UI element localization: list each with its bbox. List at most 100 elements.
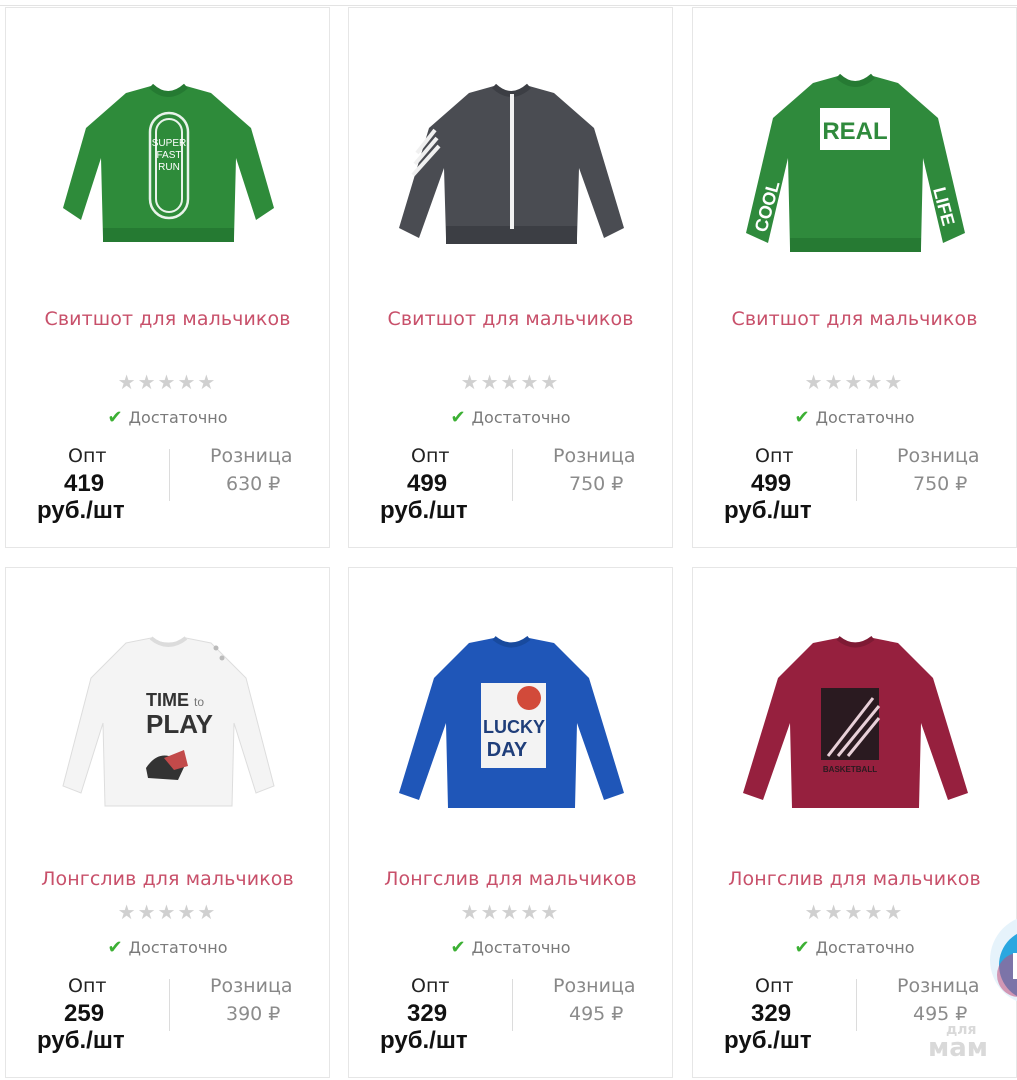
stock-status: ✔ Достаточно [6,407,329,428]
wholesale-label: Опт [68,975,107,997]
price-divider [856,979,857,1031]
product-title-link[interactable]: Свитшот для мальчиков [693,308,1016,330]
wholesale-price: 499 [751,470,792,497]
price-divider [169,449,170,501]
stock-status: ✔ Достаточно [693,407,1016,428]
rating-stars[interactable]: ★★★★★ [693,900,1016,925]
wholesale-unit: руб./шт [380,1027,468,1054]
product-card[interactable]: SUPER FAST RUN Свитшот для мальчиков ★★★… [5,7,330,548]
svg-text:to: to [194,695,204,709]
retail-label: Розница [553,445,636,467]
stock-label: Достаточно [471,938,571,957]
retail-price: 630 ₽ [226,473,281,495]
rating-stars[interactable]: ★★★★★ [693,370,1016,395]
wholesale-price: 259 [64,1000,105,1027]
wholesale-unit: руб./шт [380,497,468,524]
svg-text:DAY: DAY [487,739,528,761]
price-block: Опт 419 руб./шт Розница 630 ₽ [6,445,329,535]
stock-label: Достаточно [815,408,915,427]
retail-price: 495 ₽ [569,1003,624,1025]
sweatshirt-image [399,83,624,244]
price-block: Опт 259 руб./шт Розница 390 ₽ [6,975,329,1065]
wholesale-price: 329 [407,1000,448,1027]
price-divider [512,979,513,1031]
product-grid: SUPER FAST RUN Свитшот для мальчиков ★★★… [0,0,1017,1080]
svg-text:PLAY: PLAY [146,709,213,739]
product-title-link[interactable]: Свитшот для мальчиков [6,308,329,330]
floating-chat-widget[interactable] [975,905,1017,1015]
check-icon: ✔ [450,407,466,428]
price-block: Опт 499 руб./шт Розница 750 ₽ [349,445,672,535]
longsleeve-image: LUCKY DAY [399,635,624,808]
stock-status: ✔ Достаточно [693,937,1016,958]
stock-status: ✔ Достаточно [349,937,672,958]
stock-label: Достаточно [815,938,915,957]
stock-label: Достаточно [128,408,228,427]
price-block: Опт 329 руб./шт Розница 495 ₽ [349,975,672,1065]
check-icon: ✔ [450,937,466,958]
wholesale-price: 419 [64,470,105,497]
stock-status: ✔ Достаточно [349,407,672,428]
rating-stars[interactable]: ★★★★★ [6,900,329,925]
longsleeve-image: BASKETBALL [743,635,968,808]
wholesale-unit: руб./шт [37,497,125,524]
svg-text:SUPER: SUPER [152,138,186,149]
wholesale-unit: руб./шт [724,497,812,524]
product-title-link[interactable]: Свитшот для мальчиков [349,308,672,330]
stock-label: Достаточно [128,938,228,957]
product-card[interactable]: BASKETBALL Лонгслив для мальчиков ★★★★★ … [692,567,1017,1078]
retail-label: Розница [897,975,980,997]
product-image[interactable]: BASKETBALL [733,618,978,828]
wholesale-unit: руб./шт [37,1027,125,1054]
wholesale-label: Опт [755,445,794,467]
product-title-link[interactable]: Лонгслив для мальчиков [349,868,672,890]
wholesale-price: 499 [407,470,448,497]
price-divider [512,449,513,501]
retail-label: Розница [210,975,293,997]
price-block: Опт 499 руб./шт Розница 750 ₽ [693,445,1016,535]
svg-text:REAL: REAL [822,118,887,145]
stock-status: ✔ Достаточно [6,937,329,958]
product-title-link[interactable]: Лонгслив для мальчиков [6,868,329,890]
retail-price: 750 ₽ [913,473,968,495]
price-divider [856,449,857,501]
product-title-link[interactable]: Лонгслив для мальчиков [693,868,1016,890]
check-icon: ✔ [794,407,810,428]
product-card[interactable]: TIME to PLAY Лонгслив для мальчиков ★★★★… [5,567,330,1078]
price-divider [169,979,170,1031]
wholesale-label: Опт [755,975,794,997]
check-icon: ✔ [107,407,123,428]
svg-text:TIME: TIME [146,690,189,710]
wholesale-label: Опт [411,445,450,467]
rating-stars[interactable]: ★★★★★ [349,370,672,395]
product-image[interactable]: REAL COOL LIFE [733,58,978,268]
product-card[interactable]: LUCKY DAY Лонгслив для мальчиков ★★★★★ ✔… [348,567,673,1078]
wholesale-price: 329 [751,1000,792,1027]
retail-price: 390 ₽ [226,1003,281,1025]
wholesale-label: Опт [68,445,107,467]
product-image[interactable]: LUCKY DAY [389,618,634,828]
rating-stars[interactable]: ★★★★★ [349,900,672,925]
product-image[interactable]: SUPER FAST RUN [46,58,291,268]
svg-text:FAST: FAST [156,150,181,161]
wholesale-label: Опт [411,975,450,997]
product-image[interactable] [389,58,634,268]
svg-text:RUN: RUN [158,162,180,173]
check-icon: ✔ [107,937,123,958]
product-card[interactable]: REAL COOL LIFE Свитшот для мальчиков ★★★… [692,7,1017,548]
sweatshirt-image: REAL COOL LIFE [746,73,965,252]
wholesale-unit: руб./шт [724,1027,812,1054]
retail-label: Розница [553,975,636,997]
product-card[interactable]: Свитшот для мальчиков ★★★★★ ✔ Достаточно … [348,7,673,548]
stock-label: Достаточно [471,408,571,427]
product-image[interactable]: TIME to PLAY [46,618,291,828]
retail-label: Розница [210,445,293,467]
longsleeve-image: TIME to PLAY [62,636,275,807]
svg-text:BASKETBALL: BASKETBALL [823,765,877,774]
retail-label: Розница [897,445,980,467]
svg-text:LUCKY: LUCKY [483,717,545,737]
retail-price: 750 ₽ [569,473,624,495]
watermark-logo: для мам [928,1022,989,1063]
rating-stars[interactable]: ★★★★★ [6,370,329,395]
check-icon: ✔ [794,937,810,958]
